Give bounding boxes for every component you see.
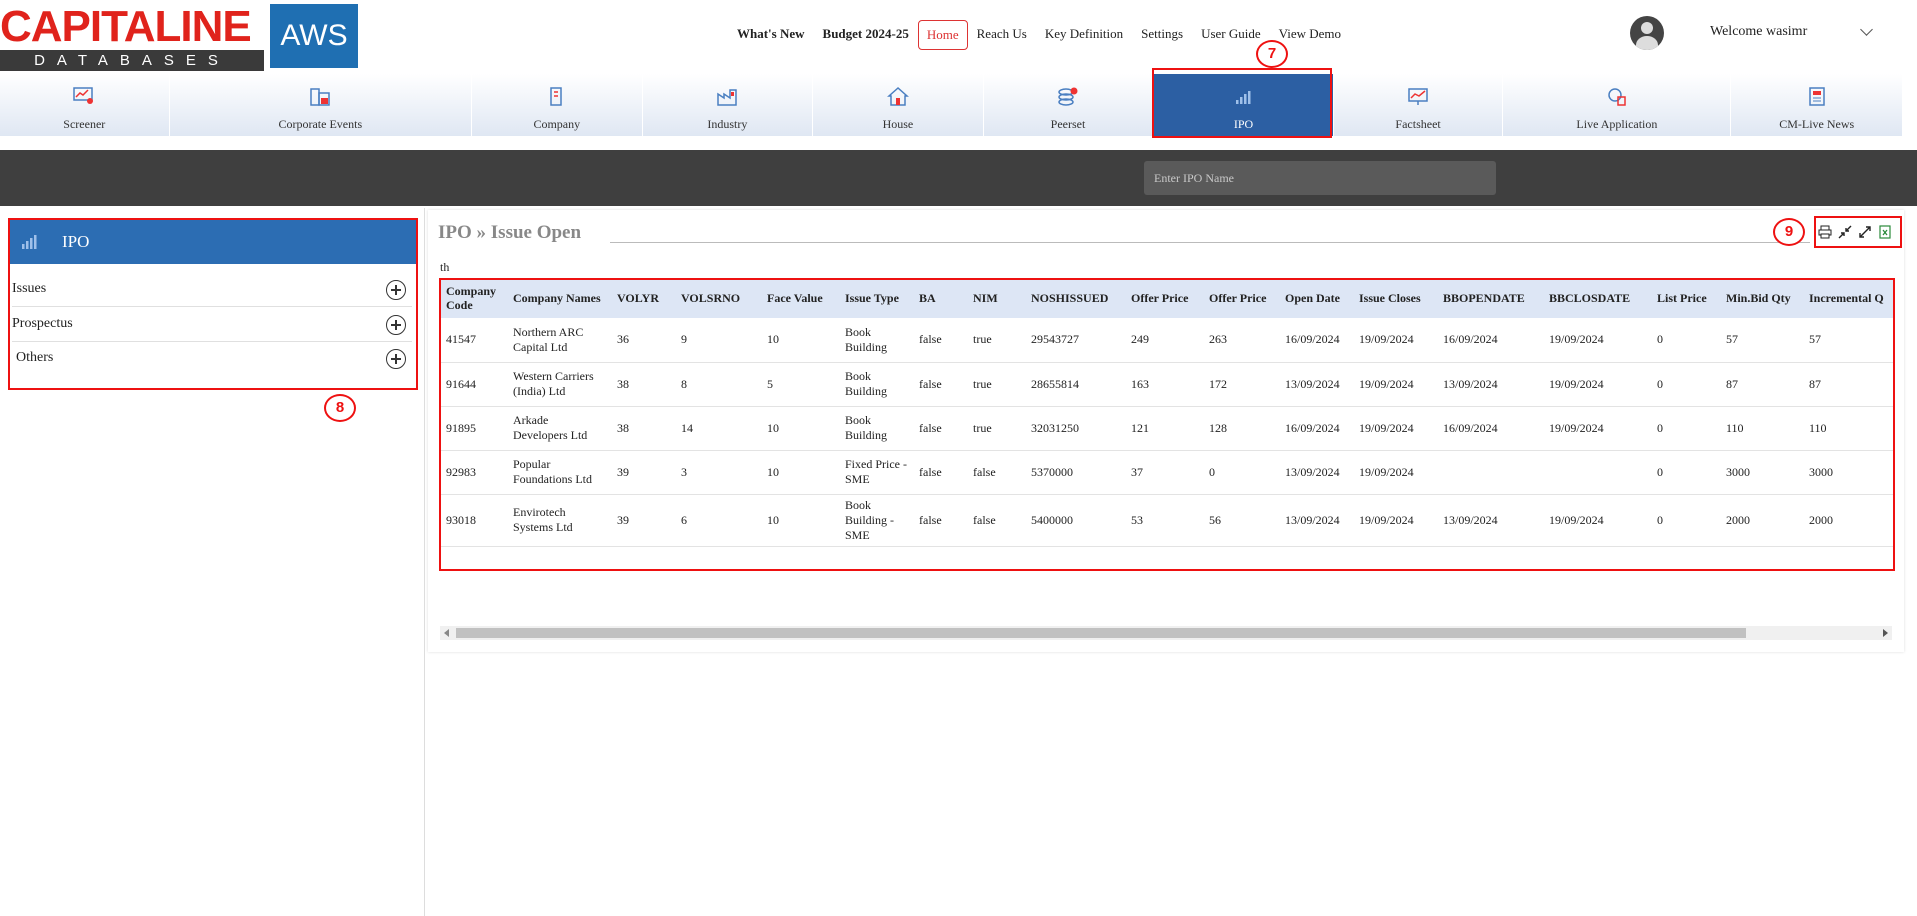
module-peerset[interactable]: Peerset <box>984 74 1154 136</box>
news-icon <box>1808 87 1825 106</box>
module-industry[interactable]: Industry <box>643 74 814 136</box>
module-label: Factsheet <box>1395 117 1441 131</box>
module-corporate-events[interactable]: Corporate Events <box>170 74 473 136</box>
ipo-search-input[interactable] <box>1144 161 1496 195</box>
welcome-text[interactable]: Welcome wasimr <box>1710 24 1807 40</box>
industry-icon <box>717 89 738 106</box>
breadcrumb-separator: » <box>476 222 487 243</box>
logo-wordmark: CAPITALINE <box>0 2 252 51</box>
live-application-icon <box>1608 88 1626 106</box>
module-label: Company <box>533 117 581 131</box>
chevron-down-icon[interactable] <box>1860 23 1873 36</box>
module-cm-live-news[interactable]: CM-Live News <box>1731 74 1902 136</box>
factsheet-icon <box>1408 88 1428 105</box>
title-divider <box>610 242 1810 243</box>
topnav-home[interactable]: Home <box>917 20 968 50</box>
annotation-badge-8: 8 <box>324 394 356 422</box>
breadcrumb: IPO » Issue Open <box>438 222 581 244</box>
module-live-application[interactable]: Live Application <box>1503 74 1732 136</box>
annotation-box-table <box>439 278 1895 571</box>
module-label: House <box>882 117 914 131</box>
module-label: Peerset <box>1050 117 1086 131</box>
topnav-key-definition[interactable]: Key Definition <box>1036 20 1132 48</box>
module-label: Industry <box>707 117 748 131</box>
capitaline-logo[interactable]: CAPITALINE DATABASES AWS <box>0 2 360 71</box>
annotation-box-7 <box>1152 68 1332 138</box>
topnav-reach-us[interactable]: Reach Us <box>968 20 1036 48</box>
topnav-whats-new[interactable]: What's New <box>728 20 814 48</box>
logo-subtitle: DATABASES <box>0 50 264 71</box>
module-nav: Screener Corporate Events Company Indust… <box>0 74 1902 136</box>
page-title: Issue Open <box>490 222 582 243</box>
module-label: Live Application <box>1576 117 1658 131</box>
breadcrumb-root[interactable]: IPO <box>438 222 472 243</box>
peerset-coins-icon <box>1058 87 1078 106</box>
module-label: CM-Live News <box>1779 117 1855 131</box>
house-icon <box>886 86 909 106</box>
top-nav: What's New Budget 2024-25 Home Reach Us … <box>728 20 1350 50</box>
screener-icon <box>73 87 94 104</box>
annotation-badge-7: 7 <box>1256 40 1288 68</box>
annotation-box-9 <box>1814 216 1902 248</box>
module-company[interactable]: Company <box>472 74 643 136</box>
header: CAPITALINE DATABASES AWS What's New Budg… <box>0 0 1917 74</box>
topnav-user-guide[interactable]: User Guide <box>1192 20 1270 48</box>
topnav-budget[interactable]: Budget 2024-25 <box>814 20 918 48</box>
annotation-box-8 <box>8 218 418 390</box>
aws-logo: AWS <box>270 4 358 68</box>
topnav-settings[interactable]: Settings <box>1132 20 1192 48</box>
stray-text: th <box>440 260 450 274</box>
annotation-badge-9: 9 <box>1773 218 1805 246</box>
scroll-right-arrow-icon[interactable] <box>1883 629 1888 637</box>
scroll-left-arrow-icon[interactable] <box>444 629 449 637</box>
scrollbar-thumb[interactable] <box>456 628 1746 638</box>
module-factsheet[interactable]: Factsheet <box>1334 74 1504 136</box>
module-label: Corporate Events <box>278 117 363 131</box>
module-screener[interactable]: Screener <box>0 74 170 136</box>
corporate-events-icon <box>310 88 331 106</box>
module-label: Screener <box>63 117 106 131</box>
search-band <box>0 150 1917 206</box>
company-building-icon <box>550 87 562 106</box>
user-avatar-icon[interactable] <box>1630 16 1664 50</box>
horizontal-scrollbar[interactable] <box>440 626 1892 640</box>
module-house[interactable]: House <box>813 74 984 136</box>
